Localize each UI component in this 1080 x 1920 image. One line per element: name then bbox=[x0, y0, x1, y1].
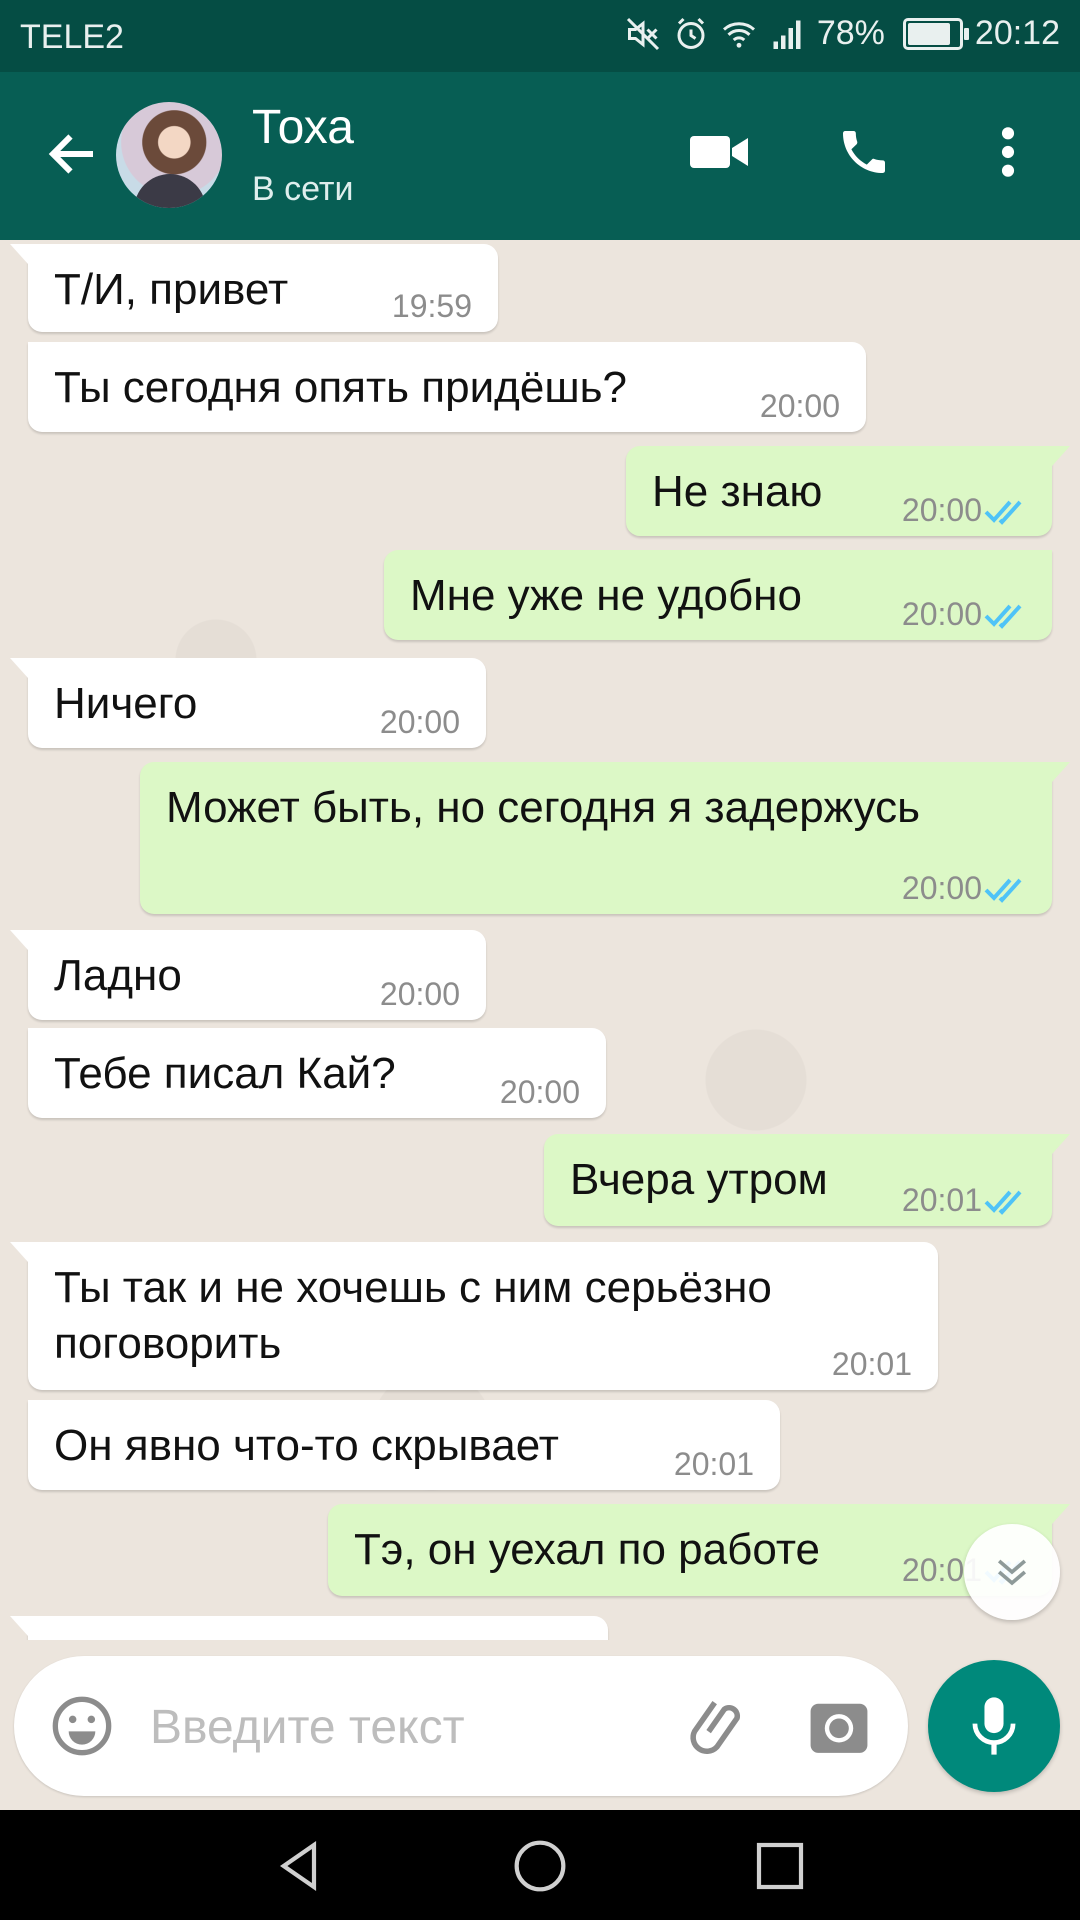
message-time: 20:00 bbox=[901, 870, 982, 906]
message-time: 20:00 bbox=[379, 976, 460, 1012]
message-text: Ничего bbox=[54, 679, 198, 728]
read-receipt-icon bbox=[984, 878, 1022, 903]
message-incoming[interactable]: Ты сегодня опять придёшь? 20:00 bbox=[28, 342, 866, 432]
battery-icon bbox=[902, 17, 969, 50]
wifi-icon bbox=[722, 21, 755, 48]
message-text: Тебе писал Кай? bbox=[54, 1049, 396, 1098]
camera-icon[interactable] bbox=[808, 1696, 870, 1758]
system-nav-bar bbox=[0, 1810, 1080, 1920]
voice-call-button[interactable] bbox=[826, 114, 902, 190]
more-options-button[interactable] bbox=[970, 114, 1046, 190]
nav-home-icon[interactable] bbox=[512, 1838, 568, 1894]
status-bar: TELE2 78% 20:12 bbox=[0, 0, 1080, 72]
message-text: Т/И, привет bbox=[54, 265, 289, 314]
message-incoming[interactable]: Ты так и не хочешь с ним серьёзно погово… bbox=[10, 1242, 938, 1390]
microphone-icon bbox=[972, 1697, 1016, 1755]
mute-icon bbox=[626, 17, 659, 50]
back-arrow-icon[interactable] bbox=[38, 124, 108, 184]
read-receipt-icon bbox=[984, 1190, 1022, 1215]
read-receipt-icon bbox=[984, 604, 1022, 629]
message-incoming[interactable]: Тебе писал Кай? 20:00 bbox=[28, 1028, 606, 1118]
message-text: Мне уже не удобно bbox=[410, 571, 802, 620]
nav-back-icon[interactable] bbox=[272, 1838, 328, 1894]
message-text: Вчера утром bbox=[570, 1155, 828, 1204]
message-text: Тэ, он уехал по работе bbox=[354, 1525, 820, 1574]
message-input[interactable] bbox=[148, 1686, 662, 1768]
message-text: Ладно bbox=[54, 951, 182, 1000]
message-time: 20:00 bbox=[379, 704, 460, 740]
message-text: Может быть, но сегодня я задержусь bbox=[166, 783, 921, 832]
message-time: 19:59 bbox=[391, 288, 472, 324]
battery-percent: 78% bbox=[816, 14, 885, 52]
message-outgoing[interactable]: Может быть, но сегодня я задержусь 20:00 bbox=[140, 762, 1070, 914]
signal-icon bbox=[773, 20, 801, 49]
video-call-icon bbox=[690, 136, 748, 168]
message-time: 20:00 bbox=[499, 1074, 580, 1110]
message-outgoing[interactable]: Вчера утром 20:01 bbox=[544, 1134, 1070, 1226]
message-text: Не знаю bbox=[652, 467, 823, 516]
alarm-icon bbox=[677, 17, 705, 49]
message-outgoing[interactable]: Мне уже не удобно 20:00 bbox=[384, 550, 1052, 640]
message-incoming-partial[interactable] bbox=[10, 1616, 608, 1640]
more-vert-icon bbox=[1001, 127, 1015, 177]
message-outgoing[interactable]: Тэ, он уехал по работе 20:01 bbox=[328, 1504, 1070, 1596]
double-chevron-down-icon bbox=[997, 1559, 1027, 1586]
scroll-to-bottom-button[interactable] bbox=[964, 1524, 1060, 1620]
message-time: 20:00 bbox=[901, 492, 982, 528]
message-text: Ты сегодня опять придёшь? bbox=[54, 363, 628, 412]
compose-bar bbox=[14, 1656, 908, 1796]
message-incoming[interactable]: Т/И, привет 19:59 bbox=[10, 244, 498, 332]
emoji-icon[interactable] bbox=[50, 1694, 114, 1758]
avatar[interactable] bbox=[116, 102, 222, 208]
phone-icon bbox=[843, 131, 885, 173]
video-call-button[interactable] bbox=[682, 114, 758, 190]
contact-status: В сети bbox=[252, 170, 354, 208]
voice-message-button[interactable] bbox=[928, 1660, 1060, 1792]
message-time: 20:01 bbox=[831, 1346, 912, 1382]
message-text: Ты так и не хочешь с ним серьёзно погово… bbox=[54, 1263, 772, 1368]
message-time: 20:01 bbox=[673, 1446, 754, 1482]
read-receipt-icon bbox=[984, 500, 1022, 525]
carrier-label: TELE2 bbox=[20, 18, 124, 56]
message-incoming[interactable]: Ничего 20:00 bbox=[10, 658, 486, 748]
nav-recents-icon[interactable] bbox=[752, 1838, 808, 1894]
contact-name[interactable]: Тоха bbox=[252, 100, 354, 155]
chat-header: Тоха В сети bbox=[0, 72, 1080, 240]
message-text: Он явно что-то скрывает bbox=[54, 1421, 559, 1470]
message-time: 20:00 bbox=[759, 388, 840, 424]
message-outgoing[interactable]: Не знаю 20:00 bbox=[626, 446, 1070, 536]
message-time: 20:01 bbox=[901, 1182, 982, 1218]
attach-icon[interactable] bbox=[686, 1694, 752, 1760]
message-incoming[interactable]: Ладно 20:00 bbox=[10, 930, 486, 1020]
message-time: 20:00 bbox=[901, 596, 982, 632]
message-incoming[interactable]: Он явно что-то скрывает 20:01 bbox=[28, 1400, 780, 1490]
message-list[interactable]: Т/И, привет 19:59 Ты сегодня опять придё… bbox=[0, 240, 1080, 1640]
clock: 20:12 bbox=[974, 14, 1060, 52]
